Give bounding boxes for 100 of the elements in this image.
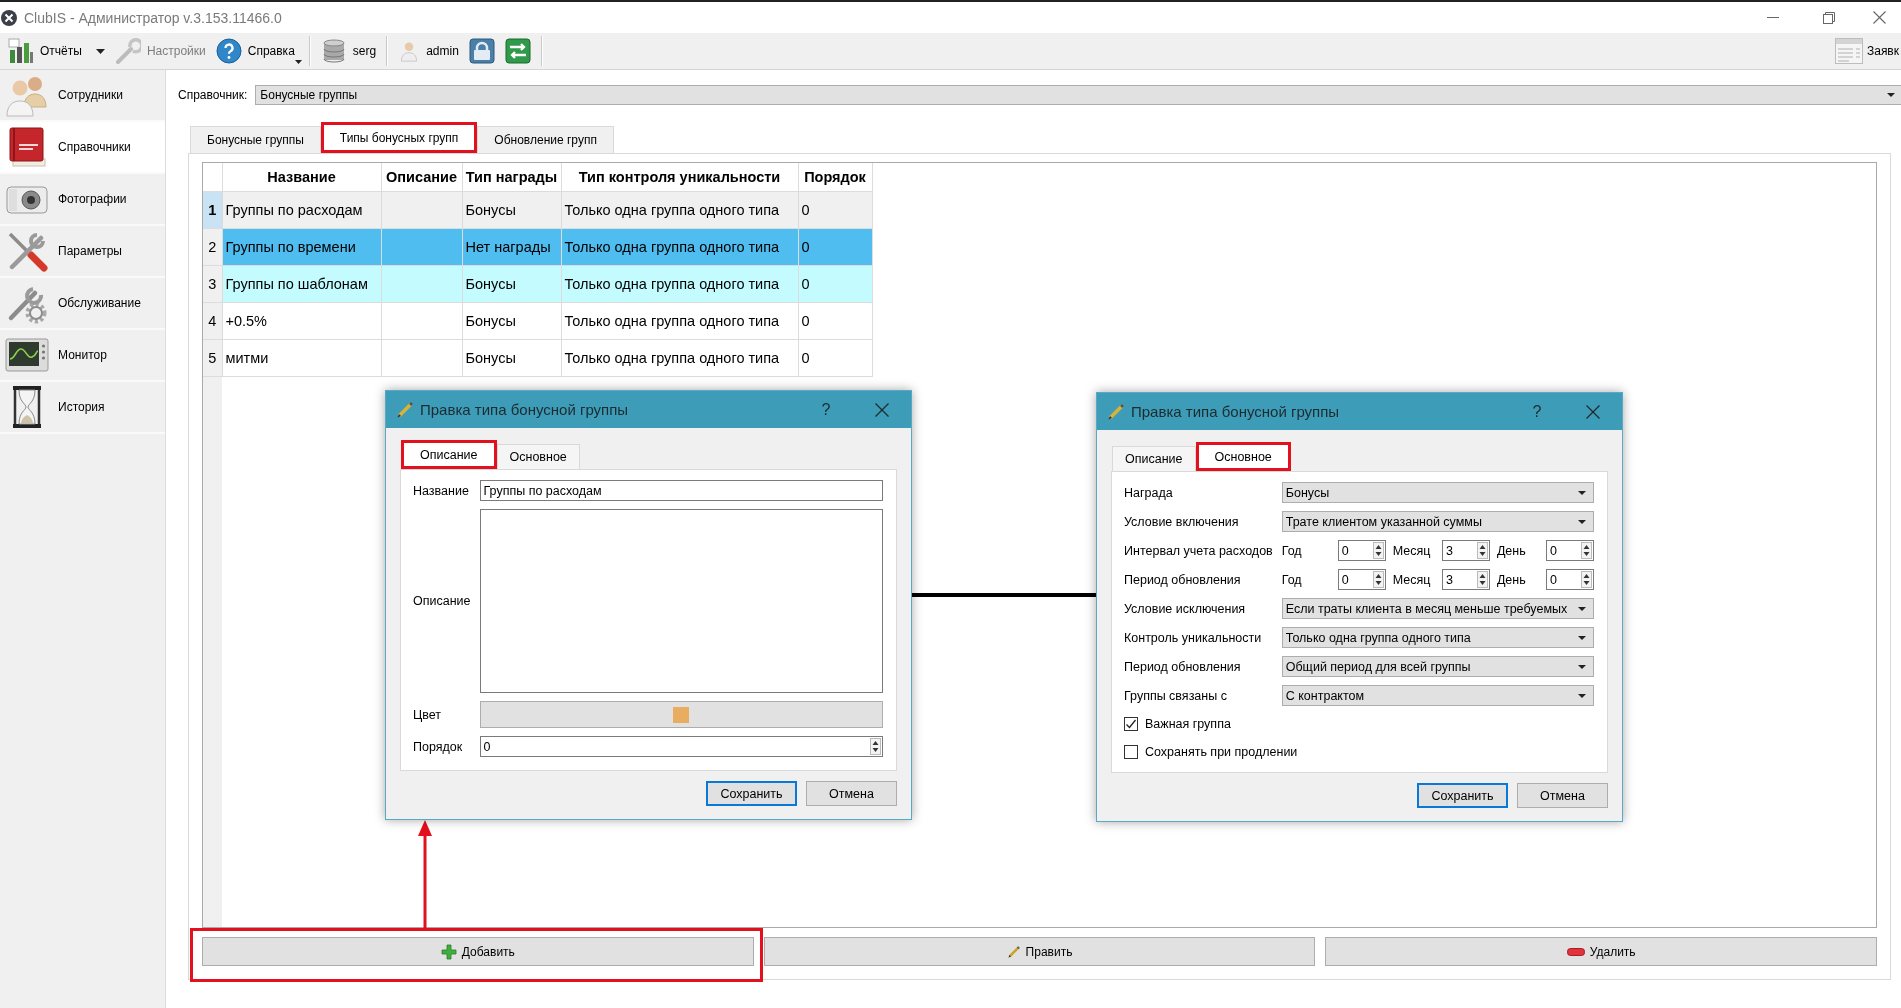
field-label: Справочник:: [178, 88, 248, 102]
column-header[interactable]: Описание: [381, 163, 462, 192]
dropdown[interactable]: Общий период для всей группы: [1281, 656, 1594, 677]
table-cell: 0: [798, 339, 872, 377]
table-cell: Группы по расходам: [222, 191, 381, 229]
window-title: ClubIS - Администратор v.3.153.11466.0: [24, 9, 282, 26]
checkbox-label: Важная группа: [1145, 717, 1231, 731]
number-field[interactable]: 0: [1546, 569, 1594, 590]
close-icon: [1586, 404, 1600, 419]
toolbar-button[interactable]: Справка: [211, 35, 303, 67]
tab[interactable]: Обновление групп: [477, 126, 614, 153]
table-row[interactable]: 4 +0.5% Бонусы Только одна группа одного типа 0: [203, 302, 872, 340]
table-icon: [1834, 38, 1863, 64]
field-label: Условие включения: [1124, 514, 1239, 529]
swap-arrows-icon: [504, 38, 531, 64]
tab[interactable]: Основное: [1195, 442, 1291, 471]
field-label: Год: [1281, 572, 1302, 587]
field-label: Награда: [1124, 485, 1173, 500]
dropdown[interactable]: Бонусы: [1281, 482, 1594, 503]
field-label: Месяц: [1392, 543, 1431, 558]
caret-icon: [1578, 490, 1586, 495]
number-field[interactable]: 3: [1441, 569, 1490, 590]
dropdown[interactable]: Бонусные группы: [255, 85, 1901, 105]
dialog-title: Правка типа бонусной группы: [420, 401, 629, 418]
spin-arrows-icon: [1372, 571, 1384, 588]
spin-arrows-icon: [870, 738, 881, 755]
toolbar-button[interactable]: admin: [394, 35, 463, 67]
table-cell: Нет награды: [462, 228, 561, 266]
text-field[interactable]: Группы по расходам: [479, 480, 883, 501]
pencil-icon: [1107, 402, 1125, 421]
table-cell: Бонусы: [462, 191, 561, 229]
dialog-button[interactable]: Сохранить: [1417, 783, 1508, 808]
field-label: Цвет: [413, 707, 441, 722]
help-icon: [215, 38, 242, 64]
table-row[interactable]: 2 Группы по времени Нет награды Только одна группа одного типа 0: [203, 228, 872, 266]
row-number: 5: [203, 339, 222, 377]
dropdown[interactable]: Трате клиентом указанной суммы: [1281, 511, 1594, 532]
row-number: 2: [203, 228, 222, 266]
tab[interactable]: Типы бонусных групп: [320, 122, 478, 153]
number-field[interactable]: 0: [1337, 569, 1386, 590]
spin-arrows-icon: [1476, 571, 1488, 588]
spin-arrows-icon: [1581, 571, 1592, 588]
dialog-title: Правка типа бонусной группы: [1131, 403, 1340, 420]
number-field[interactable]: 0: [1546, 540, 1594, 561]
tab[interactable]: Основное: [496, 444, 580, 469]
help-button[interactable]: ?: [1522, 396, 1552, 427]
toolbar-button[interactable]: serg: [316, 35, 381, 67]
delete-button[interactable]: Удалить: [1325, 937, 1877, 966]
table-cell: Бонусы: [462, 339, 561, 377]
wrench-icon: [114, 38, 141, 64]
sidebar-item[interactable]: Справочники: [0, 122, 165, 174]
dropdown[interactable]: Если траты клиента в месяц меньше требуемых: [1281, 598, 1594, 619]
tab[interactable]: Бонусные группы: [190, 126, 321, 153]
dropdown[interactable]: С контрактом: [1281, 685, 1594, 706]
table-cell: Бонусы: [462, 302, 561, 340]
field-label: Период обновления: [1124, 659, 1241, 674]
dropdown[interactable]: Только одна группа одного типа: [1281, 627, 1594, 648]
database-icon: [320, 38, 347, 64]
tab[interactable]: Описание: [1112, 446, 1196, 471]
edit-button[interactable]: Править: [763, 937, 1316, 966]
column-header[interactable]: Тип контроля уникальности: [561, 163, 798, 192]
text-area-field[interactable]: [479, 509, 883, 693]
field-label: Группы связаны с: [1124, 688, 1227, 703]
column-header[interactable]: Название: [222, 163, 381, 192]
pencil-icon: [396, 400, 414, 419]
color-button[interactable]: [479, 701, 883, 728]
table-cell: 0: [798, 228, 872, 266]
spin-arrows-icon: [1372, 542, 1384, 559]
number-field[interactable]: 0: [479, 736, 883, 757]
field-label: Месяц: [1392, 572, 1431, 587]
table-cell: 0: [798, 265, 872, 303]
checkbox-label: Сохранять при продлении: [1145, 745, 1298, 759]
table-row[interactable]: 5 митми Бонусы Только одна группа одного типа 0: [203, 339, 872, 377]
table-row[interactable]: 1 Группы по расходам Бонусы Только одна группа одного типа 0: [203, 191, 872, 229]
toolbar-button[interactable]: Отчёты: [4, 35, 109, 67]
toolbar-button[interactable]: Заявк: [1830, 35, 1901, 67]
help-button[interactable]: ?: [811, 394, 841, 425]
close-icon: [875, 402, 889, 417]
field-label: Описание: [413, 594, 471, 608]
field-label: Условие исключения: [1124, 601, 1246, 616]
field-label: Порядок: [413, 739, 463, 754]
tab[interactable]: Описание: [401, 440, 497, 469]
row-number: 3: [203, 265, 222, 303]
spin-arrows-icon: [1476, 542, 1488, 559]
dialog-button[interactable]: Отмена: [806, 781, 897, 806]
column-header[interactable]: Порядок: [798, 163, 872, 192]
number-field[interactable]: 3: [1441, 540, 1490, 561]
column-header[interactable]: Тип награды: [462, 163, 561, 192]
add-button[interactable]: Добавить: [202, 937, 754, 966]
dialog-button[interactable]: Сохранить: [706, 781, 797, 806]
restore-icon: [1823, 11, 1835, 24]
checkbox[interactable]: [1124, 717, 1138, 731]
number-field[interactable]: 0: [1337, 540, 1386, 561]
table-cell: Только одна группа одного типа: [561, 339, 798, 377]
table-row[interactable]: 3 Группы по шаблонам Бонусы Только одна группа одного типа 0: [203, 265, 872, 303]
minus-icon: [1566, 947, 1585, 956]
table-cell: Только одна группа одного типа: [561, 191, 798, 229]
field-label: День: [1496, 543, 1526, 558]
dialog-button[interactable]: Отмена: [1517, 783, 1608, 808]
checkbox[interactable]: [1124, 745, 1138, 759]
